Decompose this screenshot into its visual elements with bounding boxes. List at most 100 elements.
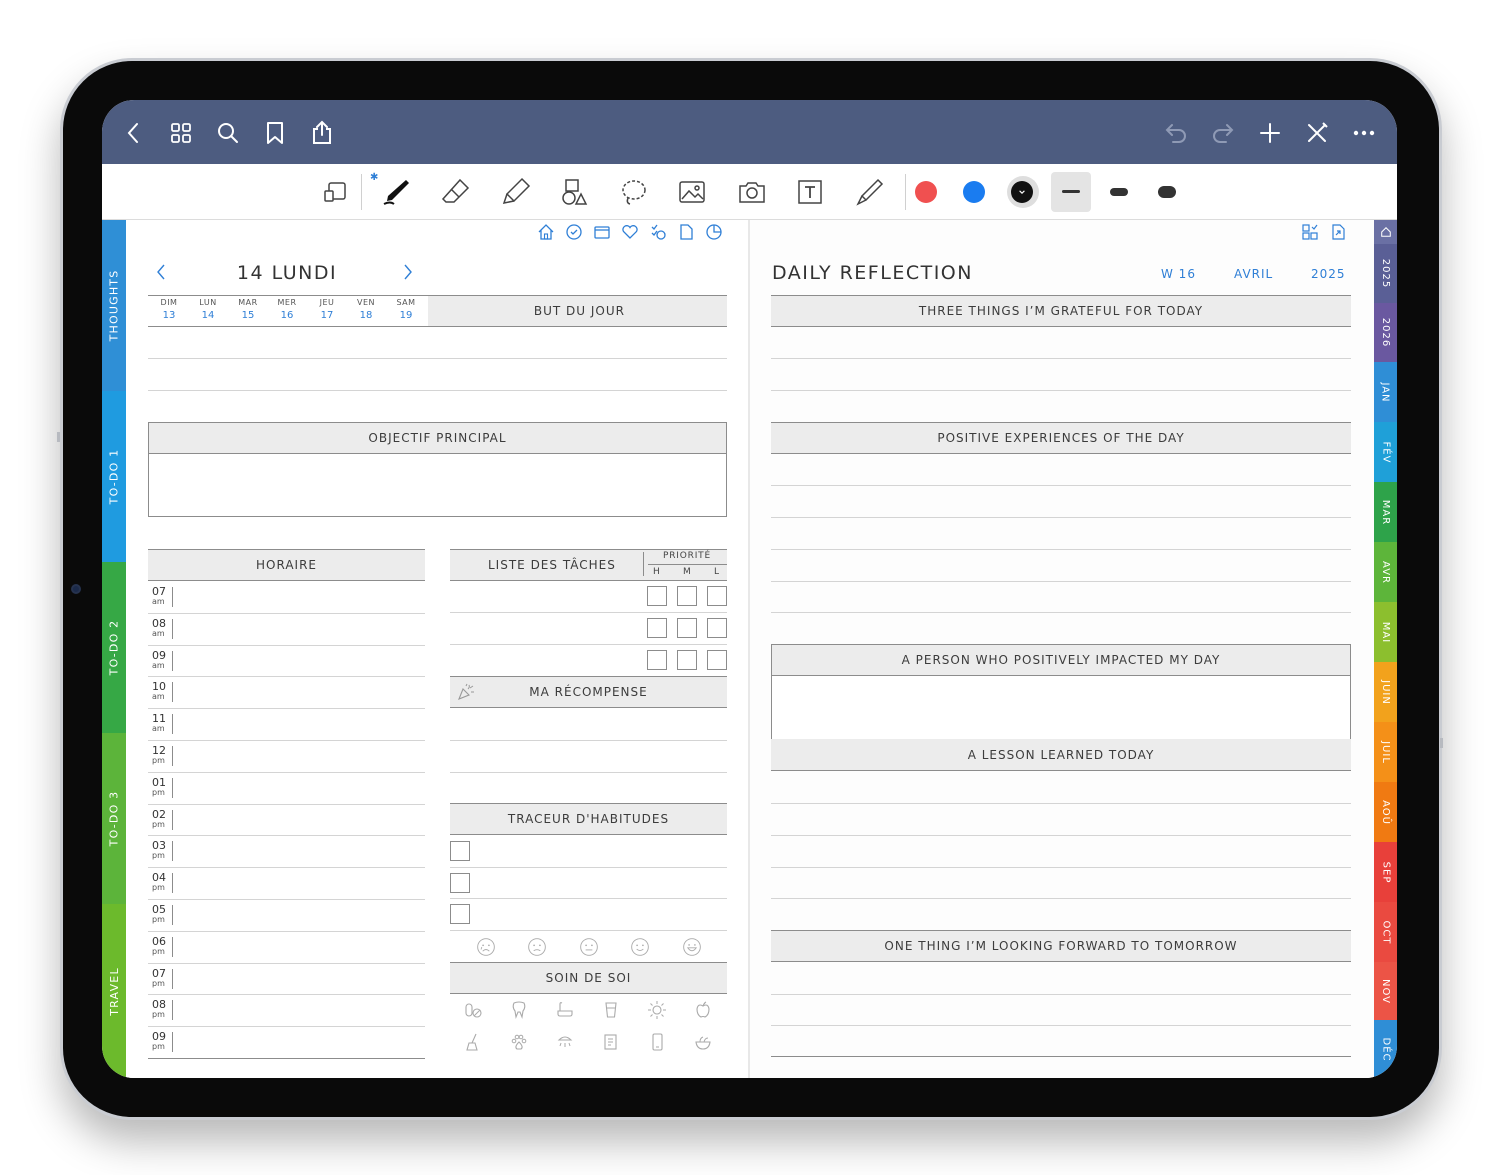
priority-checkbox[interactable]: [647, 650, 667, 670]
schedule-row[interactable]: [148, 771, 425, 773]
habit-line[interactable]: [450, 867, 727, 868]
next-day-chevron-icon[interactable]: [402, 263, 414, 285]
apple-icon[interactable]: [693, 1000, 713, 1020]
year-link[interactable]: 2025: [1311, 267, 1346, 281]
cleaning-icon[interactable]: [463, 1032, 483, 1052]
refresh-icon[interactable]: [564, 222, 584, 242]
day-tue[interactable]: MAR 15: [229, 298, 267, 321]
month-link[interactable]: AVRIL: [1234, 267, 1273, 281]
color-black-swatch[interactable]: [1011, 181, 1033, 203]
back-icon[interactable]: [121, 120, 147, 146]
reward-line[interactable]: [450, 740, 727, 741]
laser-icon[interactable]: [852, 174, 888, 210]
pills-icon[interactable]: [463, 1000, 483, 1020]
tab-month-juin[interactable]: JUIN: [1374, 662, 1397, 722]
tab-todo-1[interactable]: TO-DO 1: [102, 391, 126, 562]
schedule-row[interactable]: [148, 1058, 425, 1059]
schedule-row[interactable]: [148, 708, 425, 710]
sad-icon[interactable]: [474, 935, 498, 959]
color-blue-swatch[interactable]: [963, 181, 985, 203]
tab-travel[interactable]: TRAVEL: [102, 904, 126, 1078]
lasso-icon[interactable]: [616, 174, 652, 210]
schedule-row[interactable]: [148, 962, 425, 964]
priority-checkbox[interactable]: [677, 618, 697, 638]
stroke-fine-selected[interactable]: [1051, 172, 1091, 212]
shapes-icon[interactable]: [556, 174, 592, 210]
tab-todo-2[interactable]: TO-DO 2: [102, 562, 126, 733]
phone-icon[interactable]: [647, 1032, 667, 1052]
writing-line[interactable]: [771, 867, 1351, 868]
chart-icon[interactable]: [704, 222, 724, 242]
day-mon[interactable]: LUN 14: [189, 298, 227, 321]
writing-line[interactable]: [771, 485, 1351, 486]
shower-icon[interactable]: [555, 1032, 575, 1052]
salad-icon[interactable]: [693, 1032, 713, 1052]
writing-line[interactable]: [771, 517, 1351, 518]
writing-line[interactable]: [771, 612, 1351, 613]
writing-line[interactable]: [771, 581, 1351, 582]
stroke-thick[interactable]: [1158, 186, 1176, 198]
day-sat[interactable]: SAM 19: [387, 298, 425, 321]
tab-month-mar[interactable]: MAR: [1374, 482, 1397, 542]
habit-checkbox[interactable]: [450, 904, 470, 924]
layout-icon[interactable]: [1300, 222, 1320, 242]
writing-line[interactable]: [148, 390, 727, 391]
priority-checkbox[interactable]: [647, 618, 667, 638]
writing-line[interactable]: [771, 803, 1351, 804]
day-sun[interactable]: DIM 13: [150, 298, 188, 321]
folder-icon[interactable]: [592, 222, 612, 242]
priority-checkbox[interactable]: [707, 586, 727, 606]
writing-line[interactable]: [771, 1056, 1351, 1057]
color-red-swatch[interactable]: [915, 181, 937, 203]
todo-icon[interactable]: [648, 222, 668, 242]
more-icon[interactable]: [1351, 120, 1377, 146]
water-glass-icon[interactable]: [601, 1000, 621, 1020]
frown-icon[interactable]: [525, 935, 549, 959]
tab-month-fev[interactable]: FÉV: [1374, 422, 1397, 482]
writing-line[interactable]: [771, 994, 1351, 995]
tab-month-avr[interactable]: AVR: [1374, 542, 1397, 602]
redo-icon[interactable]: [1210, 120, 1236, 146]
paw-icon[interactable]: [509, 1032, 529, 1052]
tab-month-oct[interactable]: OCT: [1374, 902, 1397, 962]
export-icon[interactable]: [1328, 222, 1348, 242]
home-icon[interactable]: [536, 222, 556, 242]
close-pen-icon[interactable]: [1304, 120, 1330, 146]
habit-checkbox[interactable]: [450, 873, 470, 893]
writing-line[interactable]: [771, 1025, 1351, 1026]
schedule-row[interactable]: [148, 930, 425, 932]
priority-checkbox[interactable]: [707, 650, 727, 670]
heart-icon[interactable]: [620, 222, 640, 242]
tab-month-sep[interactable]: SEP: [1374, 842, 1397, 902]
habit-line[interactable]: [450, 898, 727, 899]
pen-icon[interactable]: [378, 174, 414, 210]
schedule-row[interactable]: [148, 835, 425, 837]
day-wed[interactable]: MER 16: [268, 298, 306, 321]
schedule-row[interactable]: [148, 644, 425, 646]
writing-line[interactable]: [771, 358, 1351, 359]
task-line[interactable]: [450, 612, 727, 613]
person-box[interactable]: [771, 675, 1351, 740]
journal-icon[interactable]: [601, 1032, 621, 1052]
tab-todo-3[interactable]: TO-DO 3: [102, 733, 126, 904]
neutral-icon[interactable]: [577, 935, 601, 959]
main-objective-box[interactable]: [148, 453, 727, 517]
note-icon[interactable]: [676, 222, 696, 242]
lasso-note-icon[interactable]: [318, 174, 354, 210]
tab-month-aou[interactable]: AOÛ: [1374, 782, 1397, 842]
tab-home[interactable]: [1374, 220, 1397, 244]
bath-icon[interactable]: [555, 1000, 575, 1020]
smile-icon[interactable]: [628, 935, 652, 959]
priority-checkbox[interactable]: [707, 618, 727, 638]
schedule-row[interactable]: [148, 612, 425, 614]
tab-month-juil[interactable]: JUIL: [1374, 722, 1397, 782]
grid-icon[interactable]: [168, 120, 194, 146]
schedule-row[interactable]: [148, 803, 425, 805]
week-link[interactable]: W 16: [1161, 267, 1196, 281]
writing-line[interactable]: [771, 835, 1351, 836]
schedule-row[interactable]: [148, 1026, 425, 1028]
camera-icon[interactable]: [734, 174, 770, 210]
day-thu[interactable]: JEU 17: [308, 298, 346, 321]
eraser-icon[interactable]: [438, 174, 474, 210]
tab-month-dec[interactable]: DÉC: [1374, 1020, 1397, 1078]
